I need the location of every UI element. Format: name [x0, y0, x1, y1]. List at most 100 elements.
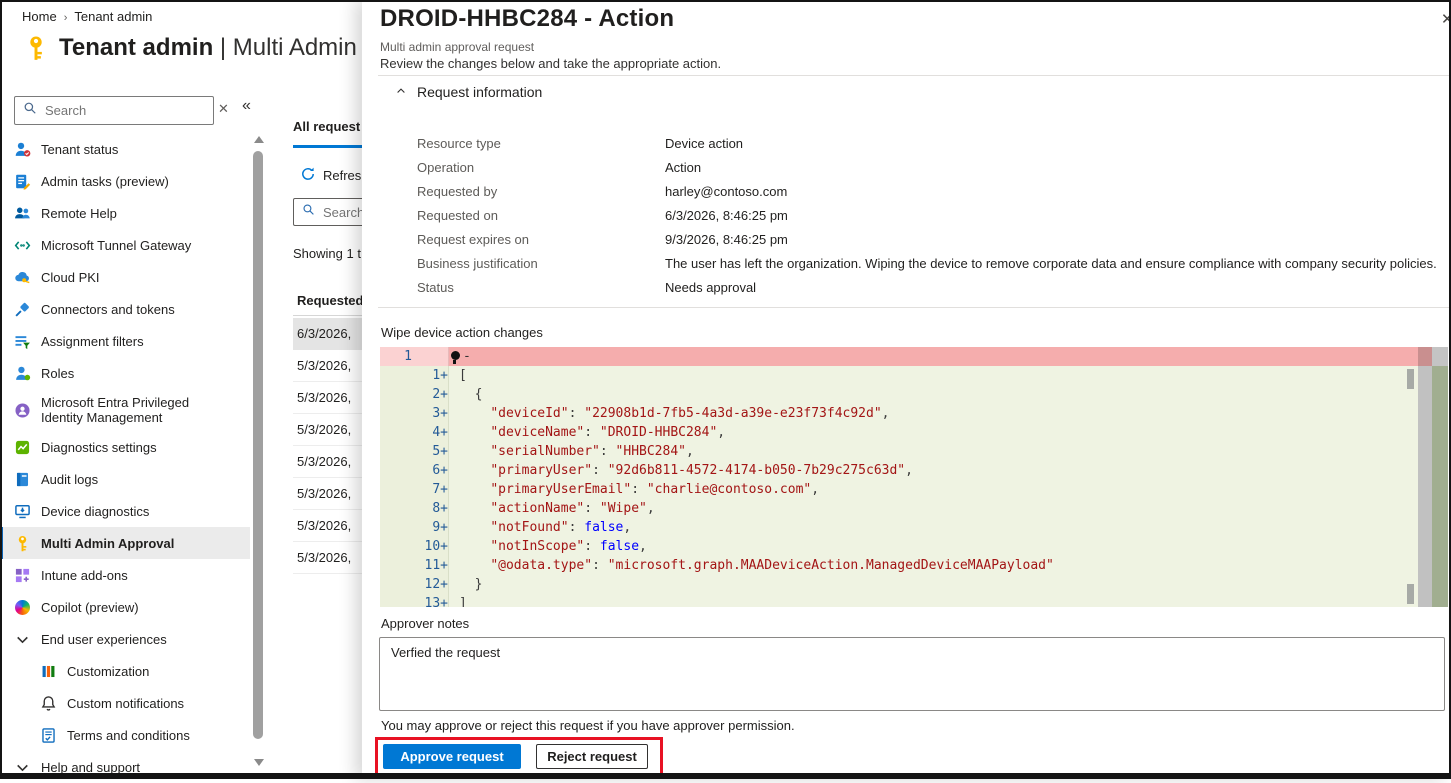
sidebar-scrollbar[interactable]: [252, 133, 265, 769]
sidebar-item-label: Tenant status: [41, 142, 118, 157]
sidebar-item-label: Custom notifications: [67, 696, 184, 711]
sidebar-item-terms-and-conditions[interactable]: Terms and conditions: [0, 719, 250, 751]
field-value: 9/3/2026, 8:46:25 pm: [665, 232, 788, 247]
sidebar-item-multi-admin-approval[interactable]: Multi Admin Approval: [0, 527, 250, 559]
tunnel-gateway-icon: [14, 237, 31, 254]
breadcrumb-separator-icon: ›: [64, 12, 68, 24]
sidebar-item-help-and-support[interactable]: Help and support: [0, 751, 250, 783]
sidebar-item-microsoft-tunnel-gateway[interactable]: Microsoft Tunnel Gateway: [0, 229, 250, 261]
close-icon[interactable]: ✕: [1441, 10, 1451, 28]
overview-ruler: [1407, 347, 1414, 607]
field-value: 6/3/2026, 8:46:25 pm: [665, 208, 788, 223]
collapse-sidebar-icon[interactable]: «: [242, 97, 251, 115]
diff-inserted-line: 1+[: [380, 366, 1418, 385]
field-label: Status: [417, 280, 665, 295]
sidebar-item-diagnostics-settings[interactable]: Diagnostics settings: [0, 431, 250, 463]
panel-title: DROID-HHBC284 - Action: [380, 5, 674, 33]
sidebar-item-label: Help and support: [41, 760, 140, 775]
breadcrumb-home[interactable]: Home: [22, 9, 57, 24]
entra-pim-icon: [14, 402, 31, 419]
sidebar-item-label: Cloud PKI: [41, 270, 100, 285]
diff-inserted-line: 9+ "notFound": false,: [380, 518, 1418, 537]
field-row: Requested on6/3/2026, 8:46:25 pm: [417, 203, 1437, 227]
sidebar-item-microsoft-entra-privileged-identity-management[interactable]: Microsoft Entra Privileged Identity Mana…: [0, 389, 250, 431]
column-header-requested[interactable]: Requested: [297, 293, 363, 308]
sidebar-item-label: Assignment filters: [41, 334, 144, 349]
editor-scrollbar[interactable]: [1418, 347, 1432, 607]
sidebar-item-label: Admin tasks (preview): [41, 174, 169, 189]
permission-text: You may approve or reject this request i…: [381, 718, 795, 733]
request-information-section-header[interactable]: Request information: [395, 84, 542, 100]
sidebar-item-label: Remote Help: [41, 206, 117, 221]
diff-inserted-line: 13+]: [380, 594, 1418, 607]
sidebar-item-assignment-filters[interactable]: Assignment filters: [0, 325, 250, 357]
ruler-mark: [1407, 369, 1414, 389]
sidebar-item-label: Customization: [67, 664, 149, 679]
diff-inserted-line: 10+ "notInScope": false,: [380, 537, 1418, 556]
clear-search-icon[interactable]: ✕: [218, 101, 229, 117]
sidebar-item-copilot-preview[interactable]: Copilot (preview): [0, 591, 250, 623]
sidebar-item-roles[interactable]: Roles: [0, 357, 250, 389]
diff-inserted-line: 6+ "primaryUser": "92d6b811-4572-4174-b0…: [380, 461, 1418, 480]
editor-minimap[interactable]: [1432, 347, 1448, 607]
sidebar-item-connectors-and-tokens[interactable]: Connectors and tokens: [0, 293, 250, 325]
field-row: Business justificationThe user has left …: [417, 251, 1437, 275]
sidebar-item-label: Microsoft Entra Privileged Identity Mana…: [41, 389, 213, 431]
divider: [378, 307, 1451, 308]
connectors-icon: [14, 301, 31, 318]
field-row: StatusNeeds approval: [417, 275, 1437, 299]
minimap-slider: [1432, 347, 1448, 366]
diff-inserted-line: 7+ "primaryUserEmail": "charlie@contoso.…: [380, 480, 1418, 499]
sidebar-item-device-diagnostics[interactable]: Device diagnostics: [0, 495, 250, 527]
cloud-pki-icon: [14, 269, 31, 286]
intune-addons-icon: [14, 567, 31, 584]
page-title: Tenant admin | Multi Admin: [59, 34, 357, 62]
field-label: Business justification: [417, 256, 665, 271]
sidebar-item-intune-add-ons[interactable]: Intune add-ons: [0, 559, 250, 591]
tab-all-requests[interactable]: All request: [293, 119, 360, 134]
approval-detail-panel: ✕ DROID-HHBC284 - Action Multi admin app…: [362, 0, 1451, 779]
breadcrumb: Home › Tenant admin: [22, 9, 152, 24]
diff-title: Wipe device action changes: [381, 325, 543, 340]
refresh-button[interactable]: Refres: [300, 166, 361, 185]
chevron-down-icon: [14, 759, 31, 776]
device-diagnostics-icon: [14, 503, 31, 520]
remote-help-icon: [14, 205, 31, 222]
field-label: Resource type: [417, 136, 665, 151]
sidebar-item-custom-notifications[interactable]: Custom notifications: [0, 687, 250, 719]
sidebar-item-remote-help[interactable]: Remote Help: [0, 197, 250, 229]
approve-request-button[interactable]: Approve request: [383, 744, 521, 769]
sidebar-search-input[interactable]: [43, 102, 213, 119]
approver-notes-input[interactable]: Verfied the request: [379, 637, 1445, 711]
refresh-icon: [300, 166, 316, 185]
reject-request-button[interactable]: Reject request: [536, 744, 648, 769]
sidebar-item-label: Microsoft Tunnel Gateway: [41, 238, 191, 253]
sidebar-item-cloud-pki[interactable]: Cloud PKI: [0, 261, 250, 293]
tab-active-underline: [293, 145, 371, 148]
scroll-up-icon[interactable]: [254, 136, 264, 143]
field-label: Operation: [417, 160, 665, 175]
diagnostics-settings-icon: [14, 439, 31, 456]
diff-editor[interactable]: 1-1+[2+ {3+ "deviceId": "22908b1d-7fb5-4…: [380, 347, 1448, 607]
sidebar-item-customization[interactable]: Customization: [0, 655, 250, 687]
scrollbar-thumb[interactable]: [253, 151, 263, 739]
diff-inserted-line: 5+ "serialNumber": "HHBC284",: [380, 442, 1418, 461]
scroll-down-icon[interactable]: [254, 759, 264, 766]
sidebar-item-tenant-status[interactable]: Tenant status: [0, 133, 250, 165]
sidebar-item-audit-logs[interactable]: Audit logs: [0, 463, 250, 495]
app-root: Home › Tenant admin Tenant admin | Multi A…: [0, 0, 1451, 779]
customization-icon: [40, 663, 57, 680]
terms-icon: [40, 727, 57, 744]
sidebar-item-label: Roles: [41, 366, 74, 381]
field-row: Request expires on9/3/2026, 8:46:25 pm: [417, 227, 1437, 251]
diff-inserted-line: 8+ "actionName": "Wipe",: [380, 499, 1418, 518]
divider: [378, 75, 1451, 76]
roles-icon: [14, 365, 31, 382]
page-header: Tenant admin | Multi Admin: [23, 34, 357, 62]
sidebar-item-admin-tasks-preview[interactable]: Admin tasks (preview): [0, 165, 250, 197]
sidebar-search: [14, 96, 214, 125]
sidebar-item-end-user-experiences[interactable]: End user experiences: [0, 623, 250, 655]
field-label: Request expires on: [417, 232, 665, 247]
breadcrumb-current[interactable]: Tenant admin: [74, 9, 152, 24]
admin-tasks-icon: [14, 173, 31, 190]
